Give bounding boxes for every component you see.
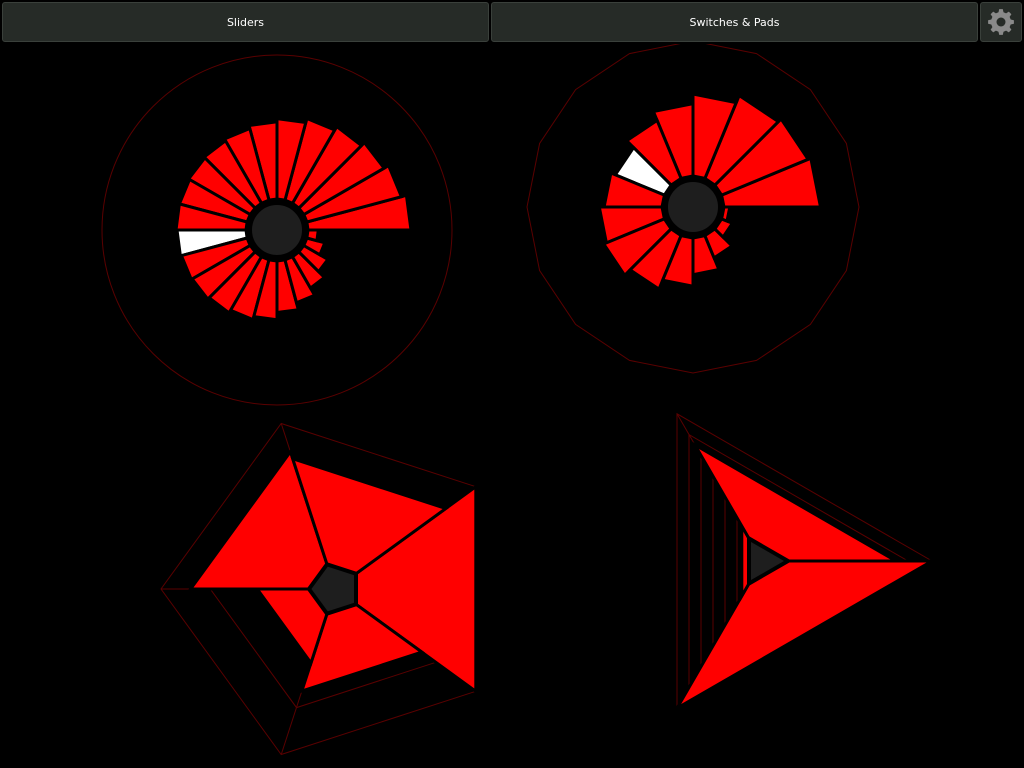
tab-sliders[interactable]: Sliders	[2, 2, 489, 42]
tab-switches-pads-label: Switches & Pads	[689, 15, 780, 29]
slider-hub	[248, 201, 306, 259]
sliders-page	[0, 44, 1024, 768]
settings-button[interactable]	[980, 2, 1022, 42]
slider-segment[interactable]	[672, 559, 938, 713]
tab-bar: Sliders Switches & Pads	[0, 0, 1024, 44]
gear-icon	[988, 9, 1014, 35]
multislider-radial-24[interactable]	[101, 54, 453, 406]
multislider-radial-16[interactable]	[526, 44, 860, 374]
slider-segment[interactable]	[305, 228, 321, 243]
slider-hub	[664, 178, 722, 236]
tab-sliders-label: Sliders	[226, 15, 265, 29]
slider-segment[interactable]	[719, 205, 732, 224]
multislider-triangle[interactable]	[672, 412, 938, 713]
tab-switches-pads[interactable]: Switches & Pads	[491, 2, 978, 42]
multislider-pentagon[interactable]	[160, 422, 478, 756]
